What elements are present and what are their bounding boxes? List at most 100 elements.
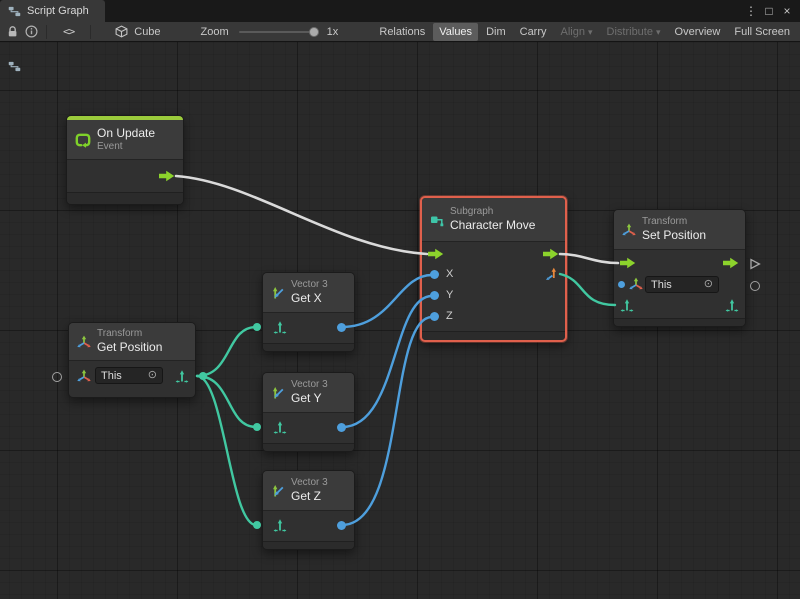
zoom-label: Zoom: [201, 26, 229, 38]
transform-icon: [622, 223, 636, 237]
node-footer: [422, 331, 565, 340]
target-input-port[interactable]: [618, 281, 625, 288]
flow-output-port[interactable]: [543, 248, 559, 260]
node-header: Subgraph Character Move: [422, 198, 565, 242]
node-get-y[interactable]: Vector 3 Get Y: [262, 372, 355, 452]
value-output-port[interactable]: [337, 521, 346, 530]
value-output-port[interactable]: [337, 323, 346, 332]
node-header: Vector 3 Get X: [263, 273, 354, 313]
target-object-label[interactable]: Cube: [134, 26, 160, 38]
wire-endpoint-dot: [253, 323, 261, 331]
button-label: Align: [561, 26, 585, 38]
value-input-port-x[interactable]: [430, 270, 439, 279]
wire-flow-charactermove-to-setposition[interactable]: [560, 254, 618, 263]
unconnected-flow-port[interactable]: [749, 258, 761, 270]
node-category: Subgraph: [450, 206, 535, 219]
wire-value-getx-to-x[interactable]: [342, 275, 432, 327]
node-category: Vector 3: [291, 477, 328, 490]
graph-toolbar: <> Cube Zoom 1x Relations Values Dim Car…: [0, 22, 800, 42]
node-subtitle: Event: [97, 141, 155, 154]
node-get-z[interactable]: Vector 3 Get Z: [262, 470, 355, 550]
wire-value-charactermove-to-setposition[interactable]: [560, 274, 615, 305]
node-category: Vector 3: [291, 279, 328, 292]
zoom-slider[interactable]: [239, 31, 317, 33]
toolbar-button-dim[interactable]: Dim: [480, 23, 512, 41]
node-title: Get Y: [291, 391, 328, 406]
node-set-position[interactable]: Transform Set Position This ⊙: [613, 209, 746, 327]
object-picker-icon[interactable]: ⊙: [148, 370, 157, 381]
window-close-button[interactable]: ×: [778, 0, 796, 22]
value-output-port[interactable]: [337, 423, 346, 432]
wire-value-getposition-to-getx[interactable]: [197, 327, 256, 376]
node-title: Get Z: [291, 489, 328, 504]
position-input-port[interactable]: [620, 298, 634, 312]
wire-flow-onupdate-to-charactermove[interactable]: [176, 176, 427, 254]
port-label-z: Z: [446, 309, 453, 323]
lock-icon[interactable]: [6, 25, 19, 38]
wire-value-getposition-to-gety[interactable]: [197, 376, 256, 427]
flow-input-port[interactable]: [620, 257, 636, 269]
target-object-field[interactable]: This ⊙: [645, 276, 719, 293]
toolbar-button-relations[interactable]: Relations: [373, 23, 431, 41]
flow-output-port[interactable]: [723, 257, 739, 269]
node-character-move[interactable]: Subgraph Character Move X Y Z: [420, 196, 567, 342]
vector3-icon: [271, 386, 285, 400]
toolbar-button-group: Relations Values Dim Carry Align▾ Distri…: [373, 23, 796, 41]
node-on-update[interactable]: On Update Event: [66, 115, 184, 205]
node-title: Character Move: [450, 218, 535, 233]
node-header: Vector 3 Get Y: [263, 373, 354, 413]
unconnected-value-port[interactable]: [750, 281, 760, 291]
transform-icon: [77, 335, 91, 349]
title-bar: Script Graph ⋮ □ ×: [0, 0, 800, 22]
node-category: Transform: [642, 216, 706, 229]
position-output-port[interactable]: [725, 298, 739, 312]
target-object-field[interactable]: This ⊙: [95, 367, 163, 384]
flow-input-port[interactable]: [428, 248, 444, 260]
node-get-x[interactable]: Vector 3 Get X: [262, 272, 355, 352]
edit-graph-icon[interactable]: <>: [63, 25, 74, 38]
field-value: This: [651, 279, 672, 291]
node-header: Transform Get Position: [69, 323, 195, 361]
button-label: Distribute: [607, 26, 653, 38]
node-category: Vector 3: [291, 379, 328, 392]
node-footer: [263, 343, 354, 351]
value-input-port-z[interactable]: [430, 312, 439, 321]
transform-icon: [77, 369, 91, 383]
toolbar-button-overview[interactable]: Overview: [669, 23, 727, 41]
toolbar-button-carry[interactable]: Carry: [514, 23, 553, 41]
object-picker-icon[interactable]: ⊙: [704, 279, 713, 290]
wire-endpoint-dot: [253, 423, 261, 431]
wire-value-getz-to-z[interactable]: [342, 317, 432, 525]
tab-script-graph[interactable]: Script Graph: [0, 0, 105, 22]
toolbar-divider: [46, 25, 47, 39]
vector-input-port[interactable]: [273, 420, 287, 434]
position-output-port[interactable]: [175, 369, 189, 383]
on-update-event-icon: [75, 132, 91, 148]
info-icon[interactable]: [25, 25, 38, 38]
wire-value-getposition-to-getz[interactable]: [197, 376, 256, 525]
node-title: On Update: [97, 126, 155, 141]
window-maximize-button[interactable]: □: [760, 0, 778, 22]
window-menu-button[interactable]: ⋮: [742, 0, 760, 22]
subgraph-icon: [430, 213, 444, 227]
toolbar-button-distribute[interactable]: Distribute▾: [601, 23, 667, 41]
graph-canvas[interactable]: On Update Event Transform Get Position T…: [0, 42, 800, 599]
toolbar-button-align[interactable]: Align▾: [555, 23, 599, 41]
dropdown-arrow-icon: ▾: [656, 27, 661, 37]
wire-value-gety-to-y[interactable]: [342, 296, 432, 427]
toolbar-button-fullscreen[interactable]: Full Screen: [728, 23, 796, 41]
graph-breadcrumb-icon[interactable]: [8, 60, 21, 73]
value-input-port-y[interactable]: [430, 291, 439, 300]
node-title: Set Position: [642, 228, 706, 243]
unconnected-target-port[interactable]: [52, 372, 62, 382]
vector-input-port[interactable]: [273, 320, 287, 334]
node-footer: [263, 541, 354, 549]
node-header: Transform Set Position: [614, 210, 745, 250]
vector-input-port[interactable]: [273, 518, 287, 532]
toolbar-button-values[interactable]: Values: [433, 23, 478, 41]
node-get-position[interactable]: Transform Get Position This ⊙: [68, 322, 196, 398]
zoom-slider-knob[interactable]: [309, 27, 319, 37]
vector-output-port[interactable]: [545, 267, 559, 281]
port-label-x: X: [446, 267, 453, 281]
flow-output-port[interactable]: [159, 170, 175, 182]
